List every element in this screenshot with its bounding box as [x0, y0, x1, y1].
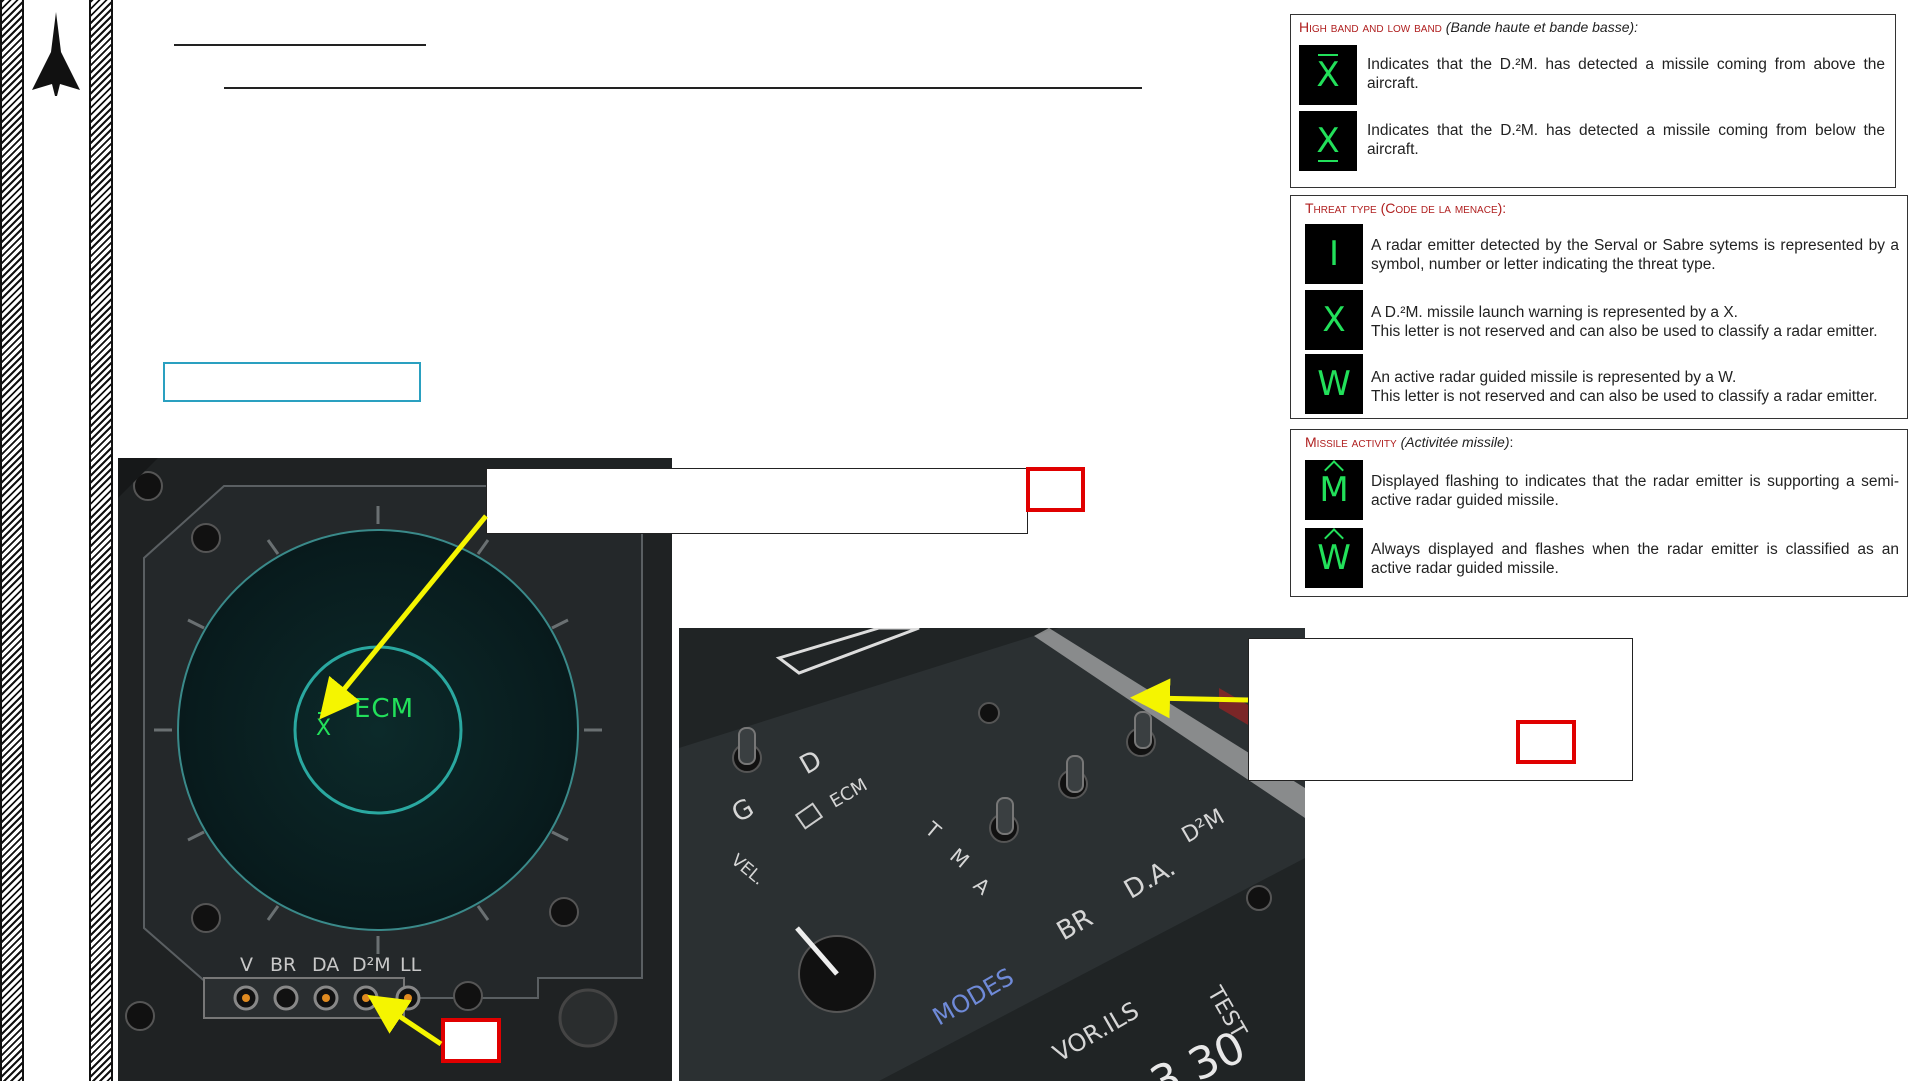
indicator-label-v: V [240, 954, 253, 976]
activity-symbol-w: W [1305, 528, 1363, 588]
title-rule [174, 44, 426, 46]
section-tab-box [163, 362, 421, 402]
aircraft-logo-icon [32, 12, 80, 96]
rwr-display-photo: X ECM V BR DA D²M LL [118, 458, 672, 1081]
control-panel-photo: G D ECM VEL. T M A BR D.A. D²M MODES VOR… [679, 628, 1305, 1081]
high-band-symbol: X [1299, 45, 1357, 105]
callout-red-marker-switch [1516, 720, 1576, 764]
callout-red-marker-scope [1026, 467, 1085, 512]
threat-desc-w: An active radar guided missile is repres… [1371, 369, 1878, 405]
threat-symbol-w: W [1305, 354, 1363, 414]
indicator-label-ll: LL [400, 954, 422, 976]
activity-panel: Missile activity (Activitée missile): M … [1290, 429, 1908, 597]
activity-desc-m: Displayed flashing to indicates that the… [1371, 473, 1899, 509]
activity-desc-w: Always displayed and flashes when the ra… [1371, 541, 1899, 577]
scope-band-symbol: X [316, 712, 332, 741]
sidebar-hatch-right [89, 0, 113, 1081]
low-band-desc: Indicates that the D.²M. has detected a … [1367, 122, 1885, 158]
callout-red-marker-light [441, 1018, 501, 1063]
band-panel: High band and low band (Bande haute et b… [1290, 14, 1896, 188]
callout-box-scope [486, 468, 1028, 534]
indicator-light-v [242, 994, 250, 1002]
indicator-label-da: DA [312, 954, 340, 976]
indicator-label-d2m: D²M [352, 954, 391, 976]
indicator-label-br: BR [270, 954, 297, 976]
high-band-desc: Indicates that the D.²M. has detected a … [1367, 56, 1885, 92]
activity-panel-title: Missile activity (Activitée missile): [1305, 434, 1514, 450]
scope-ecm-text: ECM [354, 694, 415, 724]
rwr-display-bezel [118, 458, 672, 1081]
activity-symbol-m: M [1305, 460, 1363, 520]
subtitle-rule [224, 87, 1142, 89]
threat-panel: Threat type (Code de la menace): I A rad… [1290, 195, 1908, 419]
indicator-light-da [322, 994, 330, 1002]
threat-panel-title: Threat type (Code de la menace): [1305, 200, 1507, 216]
sidebar-hatch-left [0, 0, 24, 1081]
indicator-light-d2m [362, 994, 370, 1002]
low-band-symbol: X [1299, 111, 1357, 171]
threat-desc-i: A radar emitter detected by the Serval o… [1371, 237, 1899, 273]
control-panel-body [679, 628, 1305, 1081]
band-panel-title: High band and low band (Bande haute et b… [1299, 19, 1639, 35]
threat-symbol-i: I [1305, 224, 1363, 284]
threat-desc-x: A D.²M. missile launch warning is repres… [1371, 304, 1878, 340]
indicator-light-ll [404, 994, 412, 1002]
threat-symbol-x: X [1305, 290, 1363, 350]
